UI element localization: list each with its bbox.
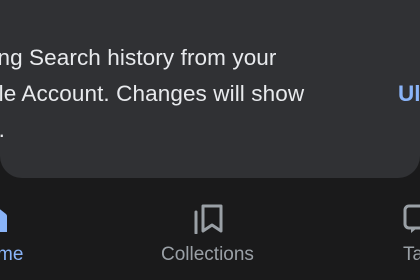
tabs-icon — [403, 204, 420, 233]
info-message-line: n. — [0, 112, 358, 148]
nav-item-tabs[interactable]: Ta — [385, 178, 420, 280]
home-icon — [0, 209, 7, 232]
nav-item-collections[interactable]: Collections — [150, 178, 270, 280]
nav-item-home[interactable]: me — [0, 178, 70, 280]
info-message: ting Search history from your gle Accoun… — [0, 40, 358, 148]
collections-icon — [194, 204, 223, 234]
info-message-line: ting Search history from your — [0, 45, 277, 70]
nav-label-tabs: Ta — [403, 244, 420, 265]
bottom-navigation: me Collections Ta — [0, 178, 420, 280]
nav-label-home: me — [0, 244, 24, 265]
info-card: ting Search history from your gle Accoun… — [0, 0, 420, 178]
info-message-line: gle Account. Changes will show — [0, 81, 305, 106]
nav-label-collections: Collections — [161, 244, 254, 265]
undo-button[interactable]: Ul — [398, 76, 420, 112]
